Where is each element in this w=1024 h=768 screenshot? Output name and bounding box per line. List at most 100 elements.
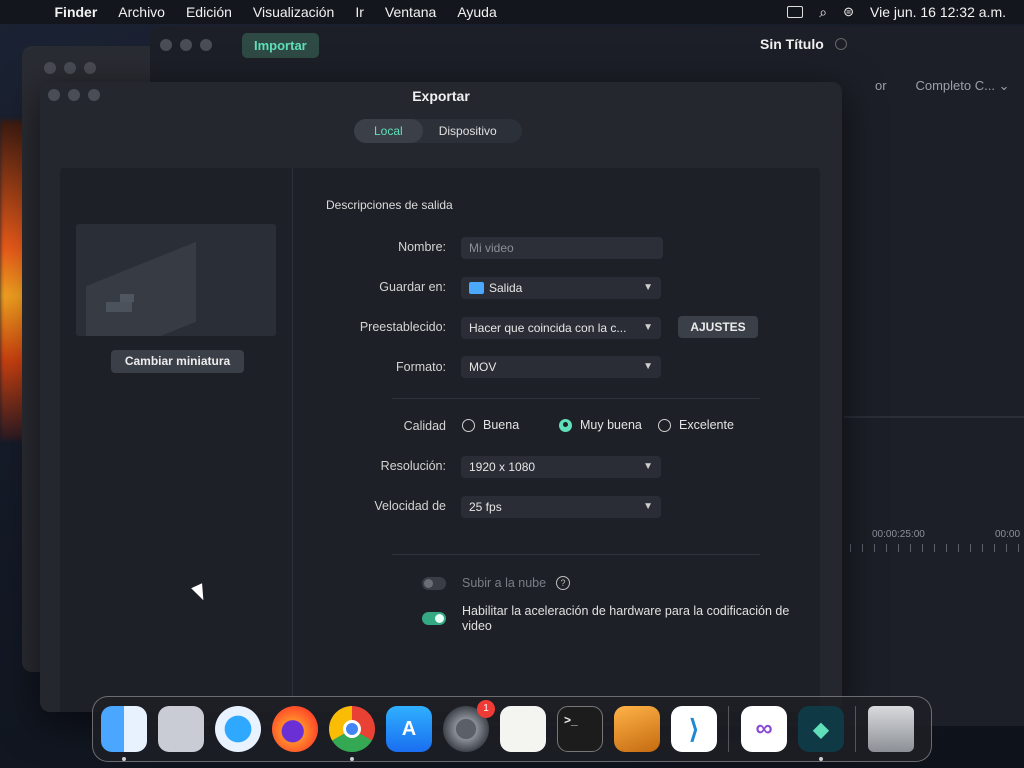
quality-option-label: Buena [483,418,520,432]
screen-mirroring-icon[interactable] [787,6,804,18]
preview-label-prefix: or [875,78,887,93]
zoom-button[interactable] [84,62,96,74]
export-target-tabs: Local Dispositivo [354,119,522,143]
quality-option-buena[interactable]: Buena [462,418,519,432]
preview-divider [844,416,1024,418]
cloud-upload-label: Subir a la nube [462,576,547,590]
menu-clock[interactable]: Vie jun. 16 12:32 a.m. [870,4,1006,20]
name-label: Nombre: [398,240,446,254]
format-dropdown[interactable]: MOV ▼ [461,356,661,378]
save-in-dropdown[interactable]: Salida ▼ [461,277,661,299]
thumbnail-shape [106,302,132,312]
menu-visualizacion[interactable]: Visualización [242,4,344,20]
section-divider [392,398,760,399]
textedit-icon[interactable] [500,706,546,752]
format-value: MOV [469,360,497,374]
firefox-icon[interactable] [272,706,318,752]
quality-option-label: Excelente [679,418,734,432]
chrome-icon[interactable] [329,706,375,761]
minimize-button[interactable] [180,39,192,51]
close-button[interactable] [44,62,56,74]
preview-quality-value: Completo C... [915,78,995,93]
preset-dropdown[interactable]: Hacer que coincida con la c... ▼ [461,317,661,339]
visual-studio-icon[interactable]: ∞ [741,706,787,752]
resolution-label: Resolución: [380,459,446,473]
window-controls [44,62,96,74]
menu-archivo[interactable]: Archivo [108,4,176,20]
menu-ventana[interactable]: Ventana [374,4,446,20]
spotlight-search-icon[interactable]: ⌕ [819,4,827,21]
finder-icon[interactable] [101,706,147,761]
radio-button[interactable] [559,418,572,432]
dock-separator [728,706,729,752]
hw-accel-toggle[interactable] [422,612,446,625]
control-center-icon[interactable]: ⊜ [843,4,854,20]
app-store-icon[interactable]: A [386,706,432,752]
change-thumbnail-button[interactable]: Cambiar miniatura [111,350,244,373]
frame-rate-dropdown[interactable]: 25 fps ▼ [461,496,661,518]
close-button[interactable] [160,39,172,51]
minimize-button[interactable] [64,62,76,74]
menu-app-name[interactable]: Finder [44,4,108,20]
frame-rate-label: Velocidad de [374,499,446,513]
tab-local[interactable]: Local [354,119,423,143]
thumbnail-shape [86,241,196,336]
zoom-button[interactable] [200,39,212,51]
save-in-label: Guardar en: [379,280,446,294]
notification-badge: 1 [477,700,495,718]
radio-button[interactable] [658,418,671,432]
project-title: Sin Título [760,36,824,52]
running-indicator [122,757,126,761]
preset-label: Preestablecido: [359,320,446,334]
running-indicator [350,757,354,761]
launchpad-icon[interactable] [158,706,204,752]
timeline-timecode: 00:00 [995,529,1021,540]
instruments-icon[interactable] [614,706,660,752]
chevron-down-icon: ▼ [643,322,653,333]
menu-ayuda[interactable]: Ayuda [447,4,507,20]
running-indicator [819,757,823,761]
folder-icon [469,282,484,294]
frame-rate-value: 25 fps [469,500,502,514]
hw-accel-label: Habilitar la aceleración de hardware par… [462,604,790,633]
resolution-value: 1920 x 1080 [469,460,536,474]
help-icon[interactable]: ? [556,576,570,590]
system-settings-icon[interactable]: 1 [443,700,495,752]
preset-value: Hacer que coincida con la c... [469,321,627,335]
timeline-ruler[interactable] [850,544,1024,552]
quality-option-muy-buena[interactable]: Muy buena [559,418,642,432]
menu-edicion[interactable]: Edición [175,4,242,20]
import-button[interactable]: Importar [242,32,319,58]
radio-button[interactable] [462,418,475,432]
dock-separator [855,706,856,752]
quality-label: Calidad [403,419,446,433]
window-controls [160,39,212,51]
thumbnail-shape [120,294,134,302]
chevron-down-icon: ▼ [643,361,653,372]
video-thumbnail [76,224,276,336]
timeline-timecode: 00:00:25:00 [872,529,925,540]
name-input[interactable]: Mi video [461,237,663,259]
resolution-dropdown[interactable]: 1920 x 1080 ▼ [461,456,661,478]
settings-button[interactable]: AJUSTES [678,316,758,338]
format-label: Formato: [395,360,446,374]
terminal-icon[interactable]: >_ [557,706,603,752]
quality-option-excelente[interactable]: Excelente [658,418,734,432]
tab-dispositivo[interactable]: Dispositivo [423,119,513,143]
save-in-value: Salida [489,281,523,295]
chevron-down-icon: ▼ [643,282,653,293]
safari-icon[interactable] [215,706,261,752]
quality-option-label: Muy buena [580,418,642,432]
trash-icon[interactable] [868,706,914,752]
filmora-icon[interactable]: ◆ [798,706,844,761]
chevron-down-icon: ▼ [643,501,653,512]
export-dialog: Exportar Local Dispositivo Cambiar minia… [40,82,842,712]
vscode-icon[interactable]: ⟩ [671,706,717,752]
dialog-body: Cambiar miniatura Descripciones de salid… [60,168,820,712]
chevron-down-icon: ▼ [643,461,653,472]
preview-quality-dropdown[interactable]: or Completo C... ⌄ [875,78,1009,94]
dock: A 1 >_ ⟩ ∞ ◆ [92,696,932,762]
output-section-title: Descripciones de salida [326,198,453,212]
cloud-upload-toggle[interactable] [422,577,446,590]
menu-ir[interactable]: Ir [345,4,375,20]
